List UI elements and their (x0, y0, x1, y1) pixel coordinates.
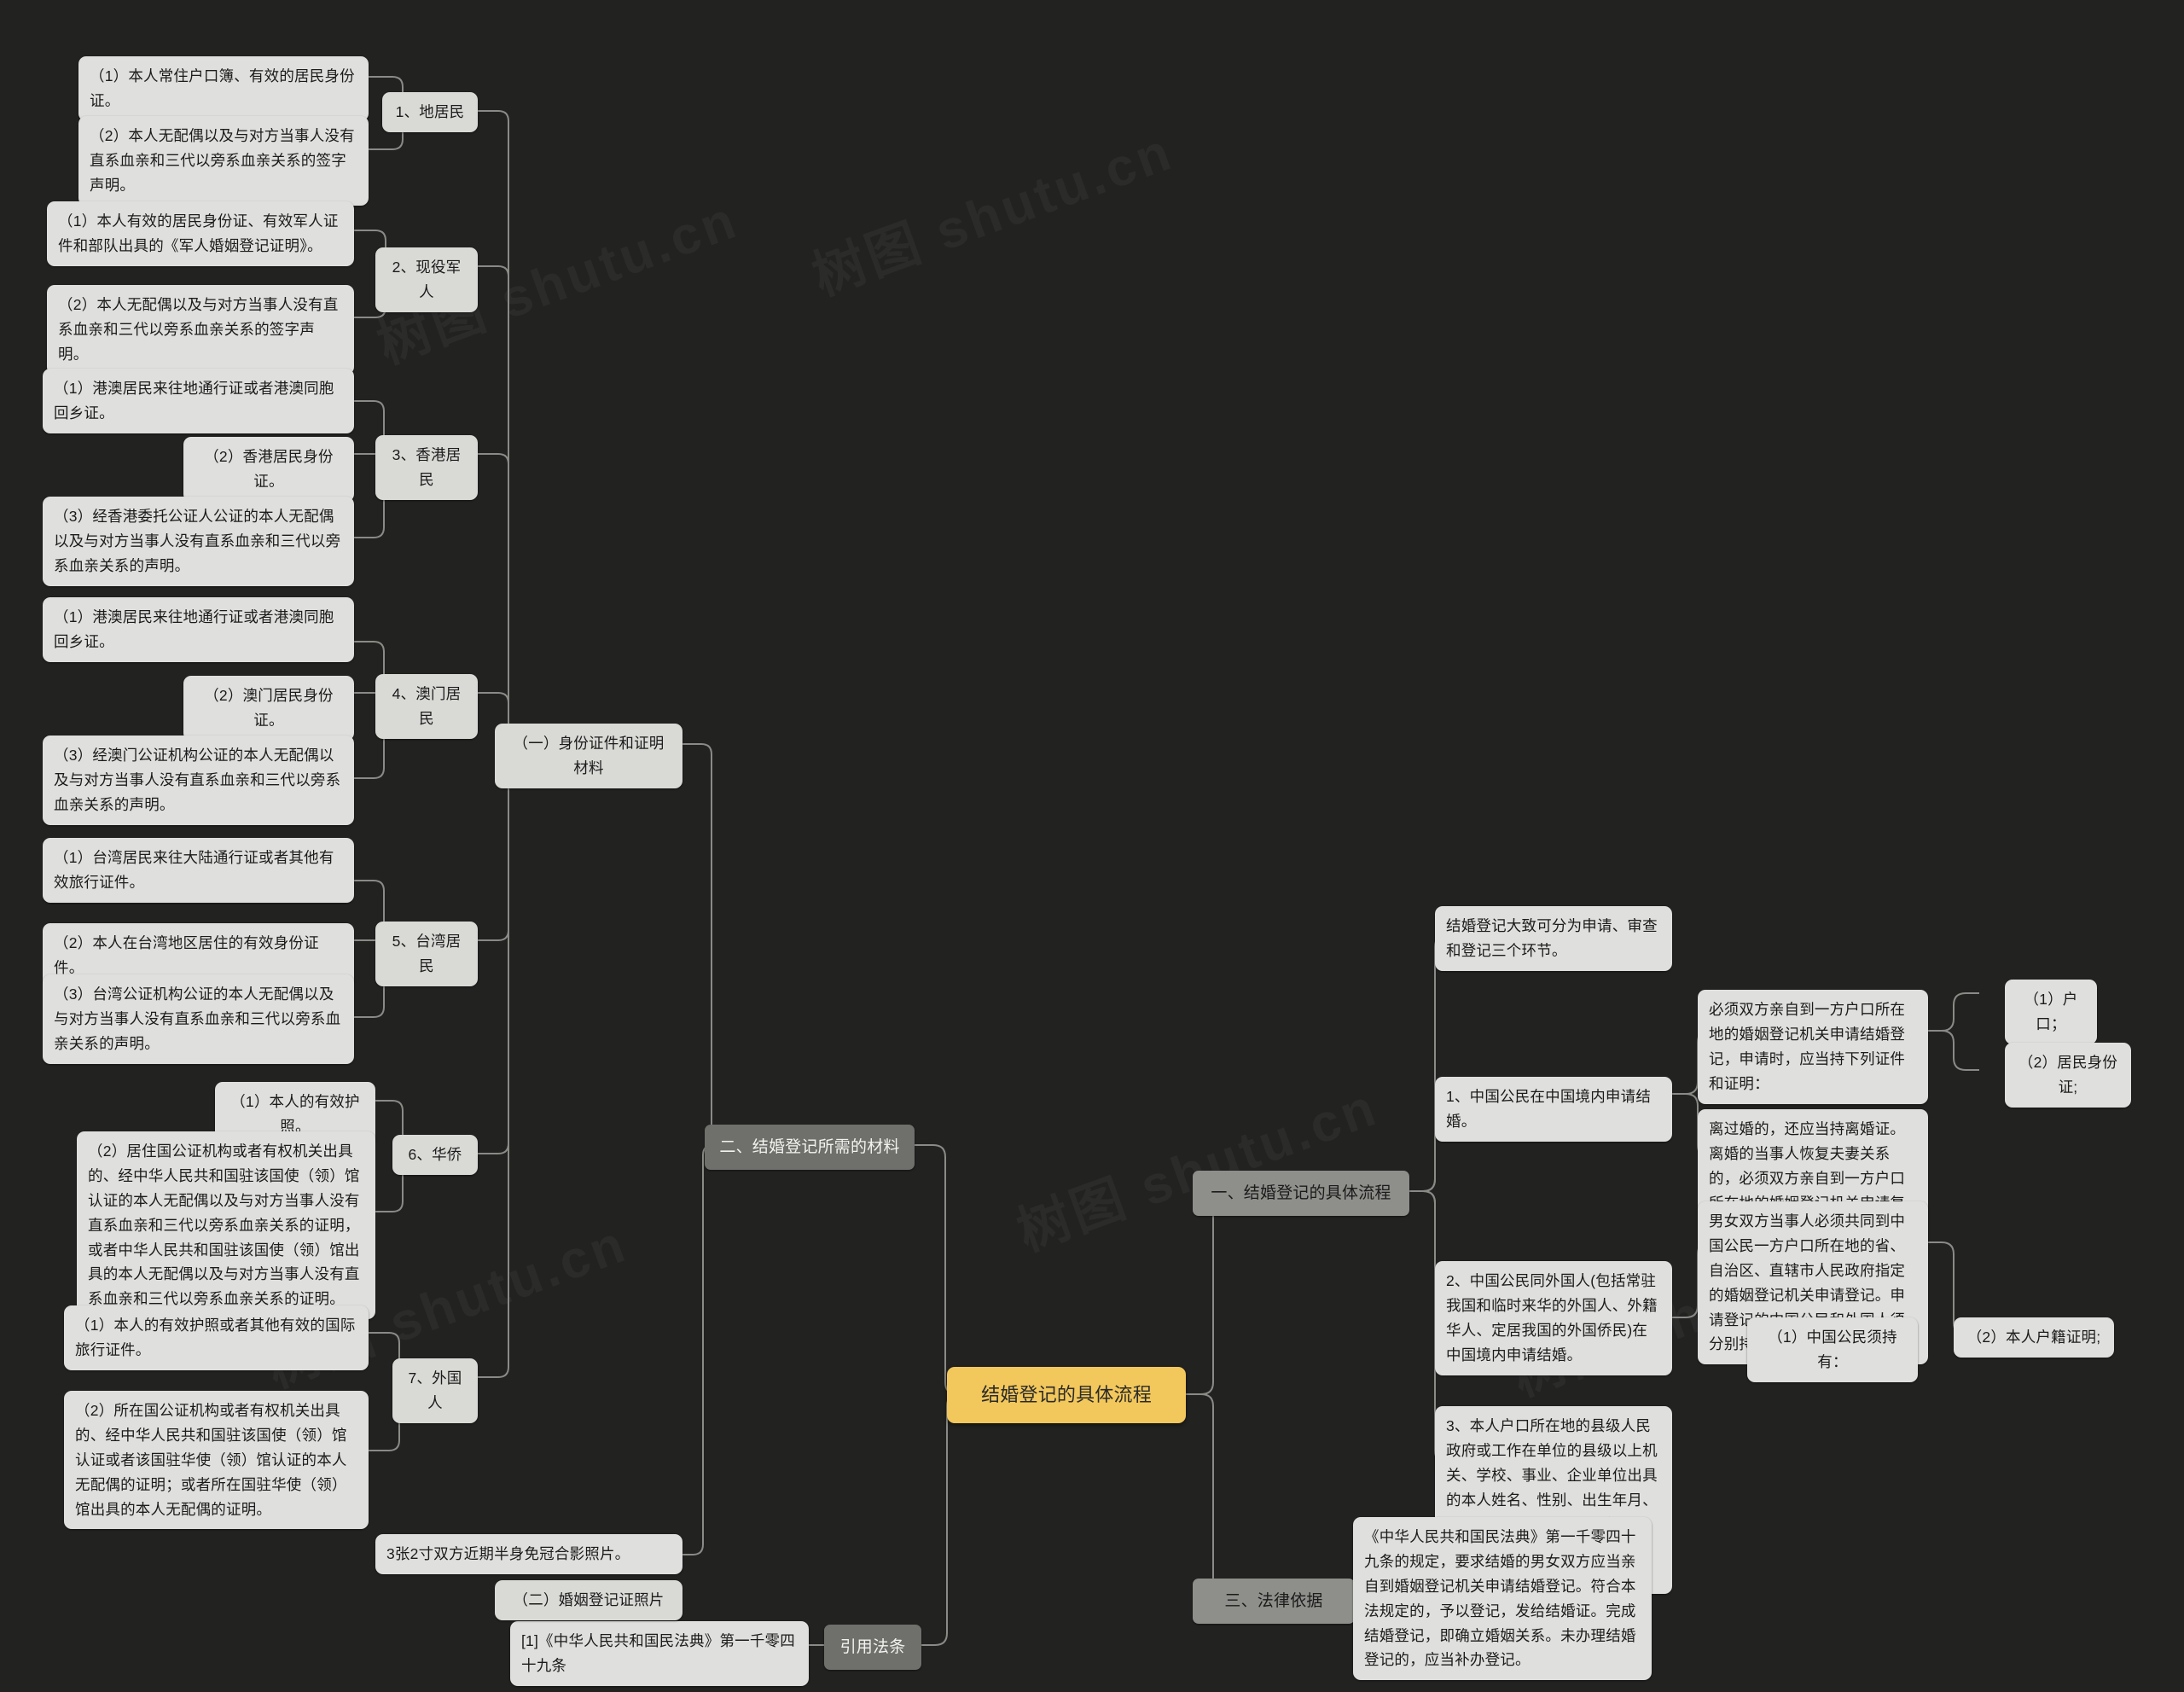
watermark: 树图 shutu.cn (1005, 1064, 1387, 1265)
leaf-node[interactable]: （3）经香港委托公证人公证的本人无配偶以及与对方当事人没有直系血亲和三代以旁系血… (43, 497, 354, 586)
category-label-overseas-chinese[interactable]: 6、华侨 (392, 1135, 478, 1175)
process-subitem-node[interactable]: （2）本人户籍证明; (1954, 1317, 2114, 1358)
citation-leaf-node[interactable]: [1]《中华人民共和国民法典》第一千零四十九条 (510, 1621, 809, 1686)
leaf-node[interactable]: 3张2寸双方近期半身免冠合影照片。 (375, 1534, 682, 1574)
leaf-node[interactable]: （1）本人的有效护照或者其他有效的国际旅行证件。 (64, 1305, 369, 1370)
group-label-photos[interactable]: （二）婚姻登记证照片 (495, 1580, 682, 1620)
section-process[interactable]: 一、结婚登记的具体流程 (1193, 1171, 1409, 1217)
category-label-local-resident[interactable]: 1、地居民 (382, 92, 478, 132)
leaf-node[interactable]: （1）台湾居民来往大陆通行证或者其他有效旅行证件。 (43, 838, 354, 903)
leaf-node[interactable]: （2）本人无配偶以及与对方当事人没有直系血亲和三代以旁系血亲关系的签字声明。 (78, 116, 369, 206)
section-legal-basis[interactable]: 三、法律依据 (1193, 1579, 1355, 1625)
mindmap-canvas: 树图 shutu.cn 树图 shutu.cn 树图 shutu.cn 树图 s… (0, 0, 2184, 1692)
section-citation[interactable]: 引用法条 (824, 1625, 921, 1671)
watermark: 树图 shutu.cn (800, 108, 1182, 310)
leaf-node[interactable]: （2）本人无配偶以及与对方当事人没有直系血亲和三代以旁系血亲关系的签字声明。 (47, 285, 354, 375)
leaf-node[interactable]: （2）居住国公证机构或者有权机关出具的、经中华人民共和国驻该国使（领）馆认证的本… (77, 1131, 375, 1320)
category-label-macau[interactable]: 4、澳门居民 (375, 674, 478, 739)
process-intro-node[interactable]: 结婚登记大致可分为申请、审查和登记三个环节。 (1435, 906, 1672, 971)
legal-basis-node[interactable]: 《中华人民共和国民法典》第一千零四十九条的规定，要求结婚的男女双方应当亲自到婚姻… (1353, 1517, 1652, 1681)
process-step-node[interactable]: 2、中国公民同外国人(包括常驻我国和临时来华的外国人、外籍华人、定居我国的外国侨… (1435, 1261, 1672, 1375)
leaf-node[interactable]: （1）港澳居民来往地通行证或者港澳同胞回乡证。 (43, 369, 354, 433)
leaf-node[interactable]: （2）所在国公证机构或者有权机关出具的、经中华人民共和国驻该国使（领）馆认证或者… (64, 1391, 369, 1530)
category-label-foreigner[interactable]: 7、外国人 (392, 1358, 478, 1423)
section-materials[interactable]: 二、结婚登记所需的材料 (705, 1125, 915, 1171)
leaf-node[interactable]: （2）香港居民身份证。 (183, 437, 354, 502)
leaf-node[interactable]: （1）港澳居民来往地通行证或者港澳同胞回乡证。 (43, 597, 354, 662)
leaf-node[interactable]: （1）本人有效的居民身份证、有效军人证件和部队出具的《军人婚姻登记证明》。 (47, 201, 354, 266)
process-subitem-node[interactable]: （1）中国公民须持有： (1747, 1317, 1918, 1382)
leaf-node[interactable]: （3）台湾公证机构公证的本人无配偶以及与对方当事人没有直系血亲和三代以旁系血亲关… (43, 974, 354, 1064)
category-label-hongkong[interactable]: 3、香港居民 (375, 435, 478, 500)
process-step-node[interactable]: 1、中国公民在中国境内申请结婚。 (1435, 1077, 1672, 1142)
leaf-node[interactable]: （2）澳门居民身份证。 (183, 676, 354, 741)
root-node[interactable]: 结婚登记的具体流程 (947, 1367, 1186, 1424)
category-label-taiwan[interactable]: 5、台湾居民 (375, 922, 478, 986)
category-label-soldier[interactable]: 2、现役军人 (375, 247, 478, 312)
process-detail-node[interactable]: 必须双方亲自到一方户口所在地的婚姻登记机关申请结婚登记，申请时，应当持下列证件和… (1698, 990, 1928, 1104)
leaf-node[interactable]: （1）本人常住户口簿、有效的居民身份证。 (78, 56, 369, 121)
group-label-identity-documents[interactable]: （一）身份证件和证明材料 (495, 724, 682, 788)
process-subitem-node[interactable]: （1）户口； (2005, 980, 2097, 1044)
leaf-node[interactable]: （3）经澳门公证机构公证的本人无配偶以及与对方当事人没有直系血亲和三代以旁系血亲… (43, 736, 354, 825)
process-subitem-node[interactable]: （2）居民身份证; (2005, 1043, 2131, 1108)
